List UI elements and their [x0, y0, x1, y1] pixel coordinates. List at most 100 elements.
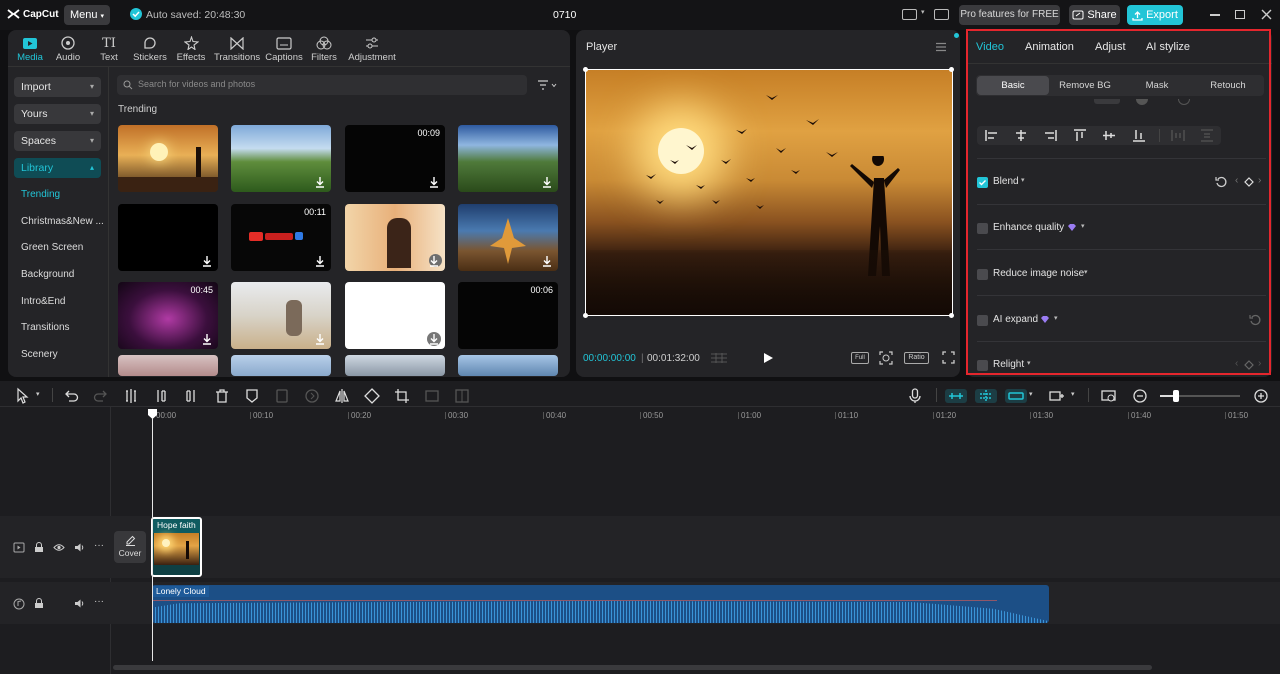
- partial-input[interactable]: [1094, 99, 1120, 104]
- playhead-line[interactable]: [152, 418, 153, 661]
- media-thumbnail[interactable]: [231, 355, 331, 376]
- media-thumbnail[interactable]: 00:45: [118, 282, 218, 349]
- download-icon[interactable]: [541, 176, 553, 188]
- download-icon[interactable]: [428, 176, 440, 188]
- download-icon[interactable]: [201, 333, 213, 345]
- chevron-down-icon[interactable]: ▾: [1021, 176, 1025, 184]
- option-ai-expand[interactable]: AI expand ▾: [977, 312, 1264, 332]
- align-left-icon[interactable]: [985, 129, 999, 142]
- subtab-mask[interactable]: Mask: [1121, 76, 1193, 95]
- relight-checkbox[interactable]: [977, 360, 988, 371]
- align-right-icon[interactable]: [1043, 129, 1057, 142]
- sidebar-item-background[interactable]: Background: [21, 269, 74, 280]
- pro-features-button[interactable]: Pro features for FREE: [959, 5, 1060, 25]
- align-bottom-icon[interactable]: [1132, 129, 1146, 142]
- auto-snapping-toggle[interactable]: [975, 389, 997, 403]
- chevron-down-icon[interactable]: ▾: [1027, 359, 1031, 367]
- speaker-icon[interactable]: [74, 598, 85, 609]
- play-icon[interactable]: [763, 352, 774, 364]
- download-icon[interactable]: [428, 255, 440, 267]
- tab-stickers[interactable]: Stickers: [128, 34, 172, 66]
- tab-captions[interactable]: Captions: [262, 34, 306, 66]
- chevron-down-icon[interactable]: ▾: [36, 390, 40, 398]
- chevron-down-icon[interactable]: ▾: [1084, 268, 1088, 276]
- yours-button[interactable]: Yours ▾: [14, 104, 101, 124]
- chevron-down-icon[interactable]: ▾: [1081, 222, 1085, 230]
- zoom-out-icon[interactable]: [1131, 387, 1149, 405]
- download-icon[interactable]: [541, 255, 553, 267]
- sidebar-item-christmas[interactable]: Christmas&New ...: [21, 216, 104, 227]
- marker-icon[interactable]: [243, 387, 261, 405]
- split-right-icon[interactable]: [182, 387, 200, 405]
- lock-icon[interactable]: [34, 542, 44, 553]
- align-top-icon[interactable]: [1073, 129, 1087, 142]
- subtab-remove-bg[interactable]: Remove BG: [1049, 76, 1121, 95]
- resize-handle[interactable]: [583, 313, 588, 318]
- keyboard-icon[interactable]: [934, 9, 949, 20]
- media-thumbnail[interactable]: [458, 355, 558, 376]
- full-quality-button[interactable]: Full: [851, 352, 869, 364]
- restore-icon[interactable]: [1235, 10, 1245, 19]
- main-track-magnet-toggle[interactable]: [945, 389, 967, 403]
- align-center-h-icon[interactable]: [1014, 129, 1028, 142]
- blend-checkbox[interactable]: [977, 177, 988, 188]
- eye-icon[interactable]: [53, 543, 65, 552]
- reduce-noise-checkbox[interactable]: [977, 269, 988, 280]
- ai-expand-checkbox[interactable]: [977, 315, 988, 326]
- delete-icon[interactable]: [213, 387, 231, 405]
- enhance-quality-checkbox[interactable]: [977, 223, 988, 234]
- video-clip[interactable]: Hope faith: [151, 517, 202, 577]
- export-button[interactable]: Export: [1127, 5, 1183, 25]
- close-icon[interactable]: [1261, 9, 1272, 20]
- media-thumbnail[interactable]: [118, 125, 218, 192]
- select-cursor-icon[interactable]: [14, 387, 32, 405]
- speaker-icon[interactable]: [74, 542, 85, 553]
- mirror-icon[interactable]: [333, 387, 351, 405]
- subtab-retouch[interactable]: Retouch: [1193, 76, 1263, 95]
- prev-keyframe-icon[interactable]: ‹: [1235, 175, 1238, 186]
- layout-icon[interactable]: [902, 9, 917, 20]
- media-thumbnail[interactable]: [118, 355, 218, 376]
- horizontal-scrollbar[interactable]: [113, 665, 1152, 670]
- media-thumbnail[interactable]: [345, 204, 445, 271]
- tab-filters[interactable]: Filters: [302, 34, 346, 66]
- more-icon[interactable]: ···: [94, 540, 104, 551]
- sidebar-item-intro-end[interactable]: Intro&End: [21, 296, 65, 307]
- tab-ai-stylize[interactable]: AI stylize: [1146, 41, 1190, 53]
- download-icon[interactable]: [314, 333, 326, 345]
- menu-icon[interactable]: [935, 42, 947, 52]
- ratio-button[interactable]: Ratio: [904, 352, 929, 364]
- fullscreen-icon[interactable]: [942, 351, 955, 364]
- option-blend[interactable]: Blend ▾ ‹ ›: [977, 174, 1264, 194]
- align-middle-icon[interactable]: [1102, 129, 1116, 142]
- undo-icon[interactable]: [62, 387, 80, 405]
- media-thumbnail[interactable]: [345, 355, 445, 376]
- next-keyframe-icon[interactable]: ›: [1258, 175, 1261, 186]
- option-enhance-quality[interactable]: Enhance quality ▾: [977, 220, 1264, 240]
- chevron-down-icon[interactable]: ▾: [1054, 314, 1058, 322]
- chevron-down-icon[interactable]: ▾: [1071, 390, 1075, 398]
- split-icon[interactable]: [122, 387, 140, 405]
- media-thumbnail[interactable]: [458, 125, 558, 192]
- media-thumbnail[interactable]: [118, 204, 218, 271]
- tab-effects[interactable]: Effects: [169, 34, 213, 66]
- subtab-basic[interactable]: Basic: [977, 76, 1049, 95]
- download-icon[interactable]: [314, 255, 326, 267]
- option-reduce-image-noise[interactable]: Reduce image noise ▾: [977, 266, 1264, 286]
- media-thumbnail[interactable]: [231, 125, 331, 192]
- sidebar-item-scenery[interactable]: Scenery: [21, 349, 58, 360]
- resize-handle[interactable]: [949, 313, 954, 318]
- tab-text[interactable]: TI Text: [87, 34, 131, 66]
- crop-icon[interactable]: [393, 387, 411, 405]
- linkage-toggle[interactable]: [1005, 389, 1027, 403]
- download-icon[interactable]: [428, 333, 440, 345]
- spaces-button[interactable]: Spaces ▾: [14, 131, 101, 151]
- project-name[interactable]: 0710: [553, 9, 576, 21]
- sidebar-item-green-screen[interactable]: Green Screen: [21, 242, 83, 253]
- media-thumbnail[interactable]: 00:11: [231, 204, 331, 271]
- tab-audio[interactable]: Audio: [46, 34, 90, 66]
- timecode-grid-icon[interactable]: [710, 352, 728, 364]
- sidebar-item-transitions[interactable]: Transitions: [21, 322, 70, 333]
- more-icon[interactable]: ···: [94, 596, 104, 607]
- filter-sort-icon[interactable]: [537, 79, 559, 91]
